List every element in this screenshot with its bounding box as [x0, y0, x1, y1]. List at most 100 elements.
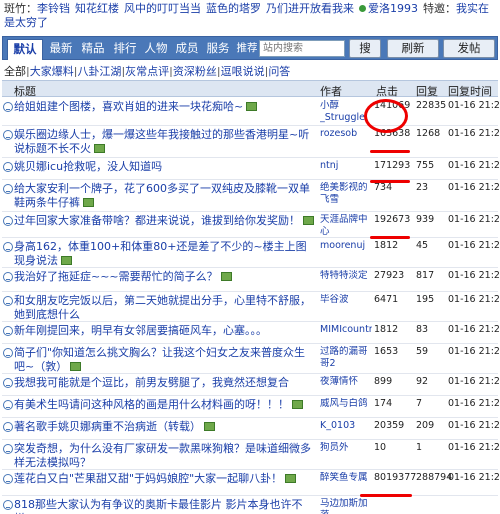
topic-title-text[interactable]: 过年回家大家准备带啥？都进来说说，谁拔到给你发奖励！: [14, 214, 300, 227]
topic-row[interactable]: 突发奇想，为什么没有厂家研发一款黑咪狗粮？是味道细微多样无法模拟吗？ 狗员外 10 1…: [2, 440, 500, 470]
topic-row[interactable]: 和女朋友吃完饭以后，第二天她就提出分手，心里特不舒服，她到底想什么 毕谷波 6471…: [2, 292, 500, 322]
category-link[interactable]: 资深粉丝: [173, 65, 217, 77]
topic-reply-time: 01-16 21:29: [448, 324, 500, 335]
topic-row[interactable]: 有美术生吗请问这种风格的画是用什么材料画的呀！！！ 威风与白鸽 174 7 01-16 …: [2, 396, 500, 418]
moderator-link[interactable]: 风中的叮叮当当: [124, 2, 201, 15]
topic-row[interactable]: 著名歌手姚贝娜病重不治病逝（转载） K_0103 20359 209 01-16 21:…: [2, 418, 500, 440]
topic-author-link[interactable]: 特特特淡定: [320, 270, 372, 282]
topic-author-link[interactable]: 马边加斯加落: [320, 498, 372, 514]
topic-author-link[interactable]: 过路的漏哥哥2: [320, 346, 372, 370]
topic-row[interactable]: 给大家安利一个牌子，花了600多买了一双纯皮及膝靴一双单鞋两条牛仔裤 绝美影视的飞…: [2, 180, 500, 212]
refresh-button[interactable]: 刷新: [387, 39, 439, 58]
topic-replies: 939: [416, 214, 435, 225]
tab-featured[interactable]: 精品: [79, 37, 107, 59]
topic-title-text[interactable]: 突发奇想，为什么没有厂家研发一款黑咪狗粮？是味道细微多样无法模拟吗？: [14, 442, 311, 469]
topic-row[interactable]: 过年回家大家准备带啥？都进来说说，谁拔到给你发奖励！ 天涯品牌中心 192673 93…: [2, 212, 500, 238]
topic-row[interactable]: 身高162，体重100+和体重80+还是差了不少的~楼主上图现身说法 mooren…: [2, 238, 500, 268]
topic-title-link[interactable]: 简子们"你知道怎么挑文胸么？让我这个妇女之友来普度众生吧~（敦）: [14, 346, 316, 374]
search-button[interactable]: 搜: [349, 39, 381, 58]
topic-author-link[interactable]: ntnj: [320, 160, 372, 172]
topic-title-link[interactable]: 新年刚提回来，明早有女邻居要搞砸风车，心塞。。。: [14, 324, 316, 338]
topic-author-link[interactable]: 威风与白鸽: [320, 398, 372, 410]
tab-recommended-topics[interactable]: 推荐话题: [234, 37, 260, 76]
topic-title-text[interactable]: 莲花白又白"芒果甜又甜"于妈妈娘腔"大家一起聊八卦！: [14, 472, 282, 485]
topic-title-link[interactable]: 818那些大家认为有争议的奥斯卡最佳影片 影片本身也许不烂，: [14, 498, 316, 514]
topic-smiley-icon: [3, 326, 13, 336]
topic-title-link[interactable]: 和女朋友吃完饭以后，第二天她就提出分手，心里特不舒服，她到底想什么: [14, 294, 316, 322]
topic-clicks: 171293: [374, 160, 411, 171]
moderator-link[interactable]: 爱洛1993: [368, 2, 418, 15]
topic-row[interactable]: 818那些大家认为有争议的奥斯卡最佳影片 影片本身也许不烂， 马边加斯加落: [2, 496, 498, 514]
topic-row[interactable]: 新年刚提回来，明早有女邻居要搞砸风车，心塞。。。 MIMIcountry1812 8…: [2, 322, 500, 344]
topic-title-text[interactable]: 给姐姐建个图楼，喜欢肖姐的进来一块花痴哈~: [14, 100, 243, 113]
topic-reply-time: 01-16 21:29: [448, 420, 500, 431]
topic-title-text[interactable]: 和女朋友吃完饭以后，第二天她就提出分手，心里特不舒服，她到底想什么: [14, 294, 311, 321]
topic-title-link[interactable]: 我治好了拖延症~~~需要帮忙的简子么？: [14, 270, 316, 284]
topic-author-link[interactable]: 毕谷波: [320, 294, 372, 306]
topic-author-link[interactable]: 夜薄情怀: [320, 376, 372, 388]
topic-title-text[interactable]: 我治好了拖延症~~~需要帮忙的简子么？: [14, 270, 218, 283]
topic-title-link[interactable]: 我想我可能就是个逗比，前男友劈腿了，我竟然还想复合: [14, 376, 316, 390]
tab-people[interactable]: 人物: [142, 37, 170, 59]
topic-title-text[interactable]: 身高162，体重100+和体重80+还是差了不少的~楼主上图现身说法: [14, 240, 307, 267]
topic-title-link[interactable]: 姚贝娜icu抢救呢，没人知道吗: [14, 160, 316, 174]
category-link[interactable]: 逗哏说说: [221, 65, 265, 77]
topic-row[interactable]: 娱乐圈边缘人士，爆一爆这些年我接触过的那些香港明星~听说标题不长不火 rozeso…: [2, 126, 500, 158]
topic-title-text[interactable]: 我想我可能就是个逗比，前男友劈腿了，我竟然还想复合: [14, 376, 289, 389]
topic-author-link[interactable]: moorenuj: [320, 240, 372, 252]
annotation-underline: [370, 150, 410, 153]
moderator-link[interactable]: 乃们进开放看我来: [266, 2, 354, 15]
topic-author-link[interactable]: 醉笑鱼专属: [320, 472, 372, 484]
category-link[interactable]: 问答: [268, 65, 290, 77]
tab-members[interactable]: 成员: [173, 37, 201, 59]
topic-author-link[interactable]: 天涯品牌中心: [320, 214, 372, 238]
moderator-link[interactable]: 蓝色的塔罗: [206, 2, 261, 15]
header-title[interactable]: 标题: [14, 83, 36, 99]
header-replies[interactable]: 回复: [416, 83, 438, 99]
topic-title-text[interactable]: 818那些大家认为有争议的奥斯卡最佳影片 影片本身也许不烂，: [14, 498, 303, 514]
topic-row[interactable]: 我想我可能就是个逗比，前男友劈腿了，我竟然还想复合 夜薄情怀 899 92 01-16 …: [2, 374, 500, 396]
topic-title-link[interactable]: 过年回家大家准备带啥？都进来说说，谁拔到给你发奖励！: [14, 214, 316, 228]
topic-title-text[interactable]: 娱乐圈边缘人士，爆一爆这些年我接触过的那些香港明星~听说标题不长不火: [14, 128, 309, 155]
topic-row[interactable]: 给姐姐建个图楼，喜欢肖姐的进来一块花痴哈~ 小醇_Struggle 141069 22…: [2, 98, 500, 126]
header-reply-time[interactable]: 回复时间: [448, 83, 492, 99]
category-link[interactable]: 八卦江湖: [77, 65, 121, 77]
topic-row[interactable]: 我治好了拖延症~~~需要帮忙的简子么？ 特特特淡定 27923 817 01-16 21…: [2, 268, 500, 292]
moderator-link[interactable]: 李铃铛: [37, 2, 70, 15]
category-all[interactable]: 全部: [4, 65, 26, 77]
topic-title-text[interactable]: 姚贝娜icu抢救呢，没人知道吗: [14, 160, 162, 173]
topic-title-text[interactable]: 给大家安利一个牌子，花了600多买了一双纯皮及膝靴一双单鞋两条牛仔裤: [14, 182, 310, 209]
topic-row[interactable]: 简子们"你知道怎么挑文胸么？让我这个妇女之友来普度众生吧~（敦） 过路的漏哥哥2 1…: [2, 344, 500, 374]
topic-title-link[interactable]: 有美术生吗请问这种风格的画是用什么材料画的呀！！！: [14, 398, 316, 412]
category-link[interactable]: 大家爆料: [30, 65, 74, 77]
topic-title-text[interactable]: 有美术生吗请问这种风格的画是用什么材料画的呀！！！: [14, 398, 289, 411]
tab-latest[interactable]: 最新: [47, 37, 75, 59]
topic-title-link[interactable]: 莲花白又白"芒果甜又甜"于妈妈娘腔"大家一起聊八卦！: [14, 472, 316, 486]
topic-title-link[interactable]: 给姐姐建个图楼，喜欢肖姐的进来一块花痴哈~: [14, 100, 316, 114]
topic-author-link[interactable]: MIMIcountry: [320, 324, 372, 336]
topic-title-text[interactable]: 新年刚提回来，明早有女邻居要搞砸风车，心塞。。。: [14, 324, 267, 337]
category-link[interactable]: 灰常点评: [125, 65, 169, 77]
topic-author-link[interactable]: 狗员外: [320, 442, 372, 454]
topic-row[interactable]: 莲花白又白"芒果甜又甜"于妈妈娘腔"大家一起聊八卦！ 醉笑鱼专属 8019377 28…: [2, 470, 500, 496]
topic-author-link[interactable]: K_0103: [320, 420, 372, 432]
moderator-link[interactable]: 知花红楼: [75, 2, 119, 15]
topic-author-link[interactable]: rozesob: [320, 128, 372, 140]
topic-clicks: 10: [374, 442, 387, 453]
topic-title-text[interactable]: 简子们"你知道怎么挑文胸么？让我这个妇女之友来普度众生吧~（敦）: [14, 346, 305, 373]
topic-title-link[interactable]: 身高162，体重100+和体重80+还是差了不少的~楼主上图现身说法: [14, 240, 316, 268]
tab-services[interactable]: 服务: [204, 37, 232, 59]
header-author[interactable]: 作者: [320, 83, 342, 99]
topic-title-link[interactable]: 娱乐圈边缘人士，爆一爆这些年我接触过的那些香港明星~听说标题不长不火: [14, 128, 316, 156]
topic-title-link[interactable]: 突发奇想，为什么没有厂家研发一款黑咪狗粮？是味道细微多样无法模拟吗？: [14, 442, 316, 470]
topic-row[interactable]: 姚贝娜icu抢救呢，没人知道吗 ntnj171293 755 01-16 21:29: [2, 158, 500, 180]
topic-title-text[interactable]: 著名歌手姚贝娜病重不治病逝（转载）: [14, 420, 201, 433]
tab-ranking[interactable]: 排行: [111, 37, 139, 59]
topic-author-link[interactable]: 绝美影视的飞雪: [320, 182, 372, 206]
search-input[interactable]: [259, 40, 345, 57]
tab-default[interactable]: 默认: [7, 39, 43, 60]
topic-title-link[interactable]: 给大家安利一个牌子，花了600多买了一双纯皮及膝靴一双单鞋两条牛仔裤: [14, 182, 316, 210]
new-post-button[interactable]: 发帖: [443, 39, 495, 58]
topic-title-link[interactable]: 著名歌手姚贝娜病重不治病逝（转载）: [14, 420, 316, 434]
header-clicks[interactable]: 点击: [376, 83, 398, 99]
